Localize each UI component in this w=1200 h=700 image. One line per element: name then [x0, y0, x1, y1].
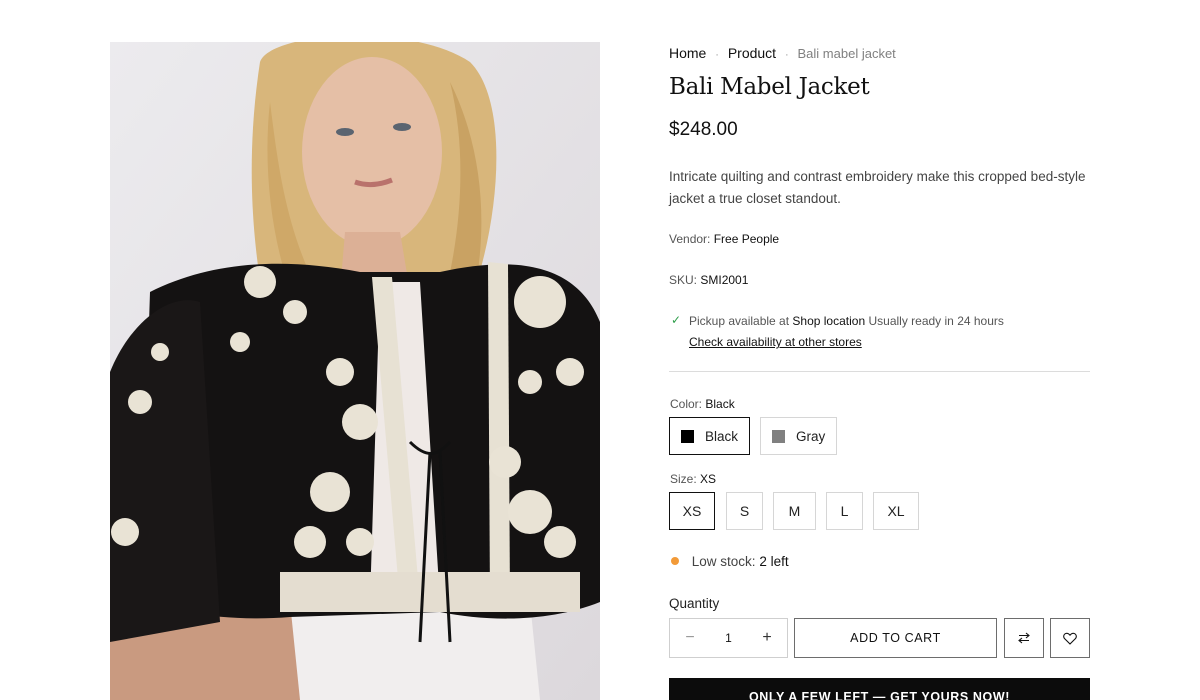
wishlist-button[interactable] [1050, 618, 1090, 658]
pickup-status: Pickup available at Shop location Usuall… [689, 314, 1004, 328]
product-photo [110, 42, 600, 700]
sku-row: SKU: SMI2001 [669, 273, 748, 287]
stock-label: Low stock: [691, 554, 756, 569]
stock-dot-icon [671, 557, 679, 565]
compare-button[interactable] [1004, 618, 1044, 658]
breadcrumb-product[interactable]: Product [728, 45, 776, 61]
size-option-l[interactable]: L [826, 492, 863, 530]
quantity-stepper: − 1 + [669, 618, 788, 658]
color-option-label: Gray [796, 428, 826, 444]
sku-label: SKU: [669, 273, 698, 287]
checkmark-icon: ✓ [671, 313, 682, 327]
color-chip-black [681, 429, 694, 443]
pickup-location: Shop location [792, 314, 866, 328]
stock-value: 2 left [759, 554, 789, 569]
color-label: Color: Black [670, 397, 735, 411]
pickup-ready: Usually ready in 24 hours [868, 314, 1004, 328]
breadcrumb-home[interactable]: Home [669, 45, 706, 61]
add-to-cart-button[interactable]: ADD TO CART [794, 618, 997, 658]
pickup-prefix: Pickup available at [689, 314, 790, 328]
divider [669, 371, 1090, 372]
size-option-s[interactable]: S [726, 492, 763, 530]
vendor-value: Free People [713, 232, 780, 246]
color-option-gray[interactable]: Gray [760, 417, 837, 455]
color-chip-gray [772, 429, 785, 443]
check-availability-link[interactable]: Check availability at other stores [689, 335, 862, 349]
color-option-black[interactable]: Black [669, 417, 750, 455]
heart-icon [1063, 632, 1077, 645]
quantity-increase-button[interactable]: + [747, 619, 787, 657]
stock-status: Low stock: 2 left [669, 554, 789, 569]
breadcrumb-current: Bali mabel jacket [797, 46, 896, 61]
size-selected: XS [700, 472, 717, 486]
sku-value: SMI2001 [700, 273, 749, 287]
product-image[interactable] [110, 42, 600, 700]
quantity-decrease-button[interactable]: − [670, 619, 710, 657]
product-description: Intricate quilting and contrast embroide… [669, 169, 1086, 206]
vendor-label: Vendor: [669, 232, 711, 246]
size-option-xl[interactable]: XL [873, 492, 919, 530]
product-title: Bali Mabel Jacket [669, 74, 870, 100]
color-selected: Black [705, 397, 735, 411]
color-label-text: Color: [670, 397, 703, 411]
product-price: $248.00 [669, 119, 738, 140]
size-option-m[interactable]: M [773, 492, 816, 530]
quantity-label: Quantity [669, 596, 720, 611]
size-label-text: Size: [670, 472, 697, 486]
quantity-input[interactable]: 1 [710, 619, 747, 657]
color-option-label: Black [705, 428, 739, 444]
size-option-xs[interactable]: XS [669, 492, 715, 530]
promo-banner-button[interactable]: ONLY A FEW LEFT — GET YOURS NOW! [669, 678, 1090, 700]
compare-arrows-icon [1018, 632, 1030, 644]
size-label: Size: XS [670, 472, 716, 486]
breadcrumb: Home · Product · Bali mabel jacket [669, 45, 896, 61]
breadcrumb-separator: · [715, 49, 719, 61]
breadcrumb-separator: · [784, 49, 789, 61]
vendor-row: Vendor: Free People [669, 232, 779, 246]
